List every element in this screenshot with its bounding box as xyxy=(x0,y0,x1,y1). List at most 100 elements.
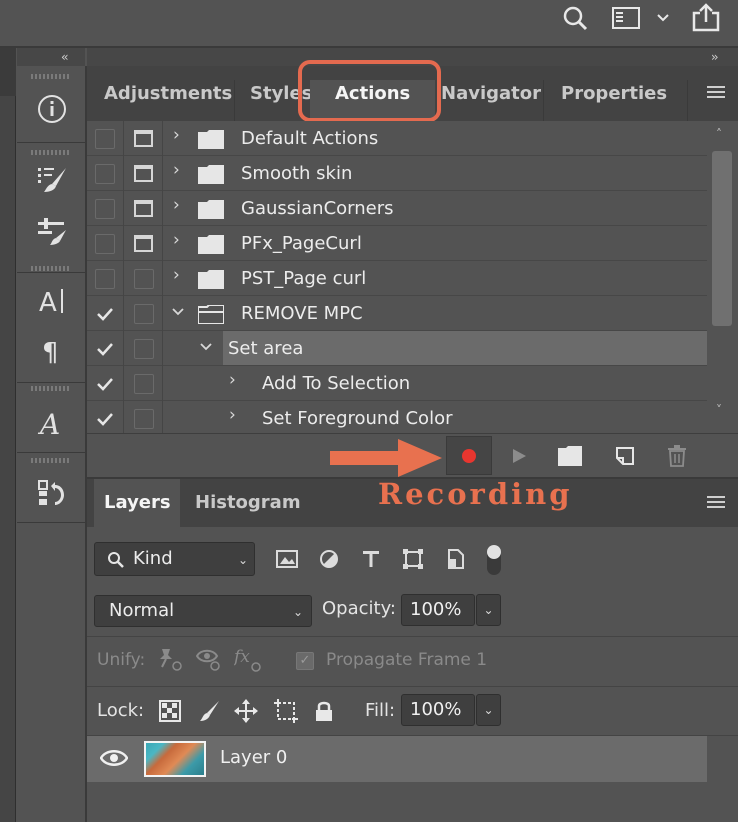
tab-properties[interactable]: Properties xyxy=(551,80,681,121)
dialog-toggle[interactable] xyxy=(125,191,163,226)
chevron-right-icon[interactable]: › xyxy=(173,265,180,285)
new-action-button[interactable] xyxy=(610,441,640,471)
blend-mode-select[interactable]: Normal ⌄ xyxy=(94,595,312,627)
toggle-item-checkbox[interactable] xyxy=(87,191,124,226)
dialog-toggle[interactable] xyxy=(125,366,163,401)
fill-dropdown[interactable]: ⌄ xyxy=(476,694,501,726)
chevron-right-icon[interactable]: › xyxy=(173,160,180,180)
dialog-toggle[interactable] xyxy=(125,331,163,366)
toggle-item-checkbox[interactable] xyxy=(87,261,124,296)
chevron-right-icon[interactable]: › xyxy=(173,230,180,250)
eye-icon[interactable] xyxy=(100,748,128,768)
action-set-row[interactable]: › Default Actions xyxy=(87,121,707,156)
lock-transparent-icon[interactable] xyxy=(158,699,182,723)
dialog-toggle[interactable] xyxy=(125,296,163,331)
brush-settings-icon[interactable] xyxy=(35,162,69,196)
type-filter-icon[interactable] xyxy=(357,545,385,573)
filter-kind-select[interactable]: Kind ⌄ xyxy=(94,542,255,576)
scroll-up-icon[interactable]: ˄ xyxy=(716,127,722,141)
chevron-right-icon[interactable]: › xyxy=(229,405,236,425)
glyphs-icon[interactable]: A xyxy=(35,406,69,440)
scroll-down-icon[interactable]: ˅ xyxy=(716,403,722,417)
brush-presets-icon[interactable] xyxy=(35,214,69,248)
chevron-right-icon[interactable]: › xyxy=(173,195,180,215)
action-set-row[interactable]: › PFx_PageCurl xyxy=(87,226,707,261)
layers-scrollbar[interactable] xyxy=(709,736,736,822)
action-set-row[interactable]: REMOVE MPC xyxy=(87,296,707,331)
chevron-down-icon[interactable] xyxy=(171,302,185,322)
chevron-down-icon[interactable] xyxy=(199,337,213,357)
action-row[interactable]: Set area xyxy=(87,331,707,366)
action-set-row[interactable]: › GaussianCorners xyxy=(87,191,707,226)
dialog-toggle[interactable] xyxy=(125,401,163,436)
history-icon[interactable] xyxy=(35,476,69,510)
chevron-right-icon[interactable]: › xyxy=(173,125,180,145)
grip-icon[interactable] xyxy=(31,266,69,271)
scroll-thumb[interactable] xyxy=(712,151,732,326)
action-set-row[interactable]: › Smooth skin xyxy=(87,156,707,191)
actions-tab-highlight xyxy=(298,60,441,122)
record-button[interactable] xyxy=(446,436,492,475)
layer-thumbnail[interactable] xyxy=(144,741,206,777)
unify-style-icon[interactable]: fx xyxy=(232,647,264,678)
propagate-checkbox[interactable]: ✓ xyxy=(296,652,314,670)
unify-label: Unify: xyxy=(97,650,146,670)
layer-name[interactable]: Layer 0 xyxy=(220,747,287,768)
lock-artboard-icon[interactable] xyxy=(274,699,298,723)
play-button[interactable] xyxy=(504,441,534,471)
fill-label: Fill: xyxy=(365,700,396,721)
tab-histogram[interactable]: Histogram xyxy=(185,479,307,527)
paragraph-icon[interactable]: ¶ xyxy=(35,334,69,368)
lock-pixels-icon[interactable] xyxy=(197,699,221,723)
toggle-item-checkbox[interactable] xyxy=(87,156,124,191)
grip-icon[interactable] xyxy=(31,386,69,391)
panel-menu-icon[interactable] xyxy=(707,496,725,510)
toggle-item-checkbox[interactable] xyxy=(87,366,124,401)
smart-object-filter-icon[interactable] xyxy=(442,545,470,573)
toggle-item-checkbox[interactable] xyxy=(87,331,124,366)
toggle-item-checkbox[interactable] xyxy=(87,121,124,156)
action-set-row[interactable]: › PST_Page curl xyxy=(87,261,707,296)
adjustment-filter-icon[interactable] xyxy=(315,545,343,573)
filter-toggle[interactable] xyxy=(487,545,501,575)
dialog-toggle[interactable] xyxy=(125,261,163,296)
character-icon[interactable]: A xyxy=(35,284,69,318)
grip-icon[interactable] xyxy=(31,150,69,155)
tab-navigator[interactable]: Navigator xyxy=(435,80,543,121)
pixel-filter-icon[interactable] xyxy=(273,545,301,573)
collapse-left-icon[interactable]: ‹‹ xyxy=(61,48,68,66)
unify-visibility-icon[interactable] xyxy=(195,647,222,676)
tab-layers[interactable]: Layers xyxy=(94,479,180,527)
share-icon[interactable] xyxy=(690,3,722,32)
chevron-down-icon[interactable] xyxy=(652,4,674,32)
collapse-strip-left[interactable]: ‹‹ xyxy=(17,48,85,66)
shape-filter-icon[interactable] xyxy=(399,545,427,573)
dialog-toggle[interactable] xyxy=(125,226,163,261)
actions-scrollbar[interactable]: ˄ ˅ xyxy=(709,121,736,433)
svg-text:A: A xyxy=(37,408,60,439)
opacity-input[interactable]: 100% xyxy=(401,594,475,626)
chevron-right-icon[interactable]: › xyxy=(229,370,236,390)
delete-button[interactable] xyxy=(662,441,692,471)
toggle-item-checkbox[interactable] xyxy=(87,296,124,331)
unify-position-icon[interactable] xyxy=(158,647,184,676)
tab-adjustments[interactable]: Adjustments xyxy=(94,80,234,121)
grip-icon[interactable] xyxy=(31,458,69,463)
dialog-toggle[interactable] xyxy=(125,156,163,191)
panel-menu-icon[interactable] xyxy=(707,86,725,100)
info-icon[interactable] xyxy=(35,92,69,126)
opacity-dropdown[interactable]: ⌄ xyxy=(476,594,501,626)
expand-right-icon[interactable]: ›› xyxy=(711,48,718,66)
lock-all-icon[interactable] xyxy=(312,699,336,723)
action-step-row[interactable]: › Add To Selection xyxy=(87,366,707,401)
action-step-row[interactable]: › Set Foreground Color xyxy=(87,401,707,436)
new-set-button[interactable] xyxy=(555,441,585,471)
lock-position-icon[interactable] xyxy=(234,699,258,723)
toggle-item-checkbox[interactable] xyxy=(87,401,124,436)
fill-input[interactable]: 100% xyxy=(401,694,475,726)
grip-icon[interactable] xyxy=(31,74,69,79)
search-icon[interactable] xyxy=(560,4,590,32)
toggle-item-checkbox[interactable] xyxy=(87,226,124,261)
workspace-icon[interactable] xyxy=(610,4,642,32)
dialog-toggle[interactable] xyxy=(125,121,163,156)
